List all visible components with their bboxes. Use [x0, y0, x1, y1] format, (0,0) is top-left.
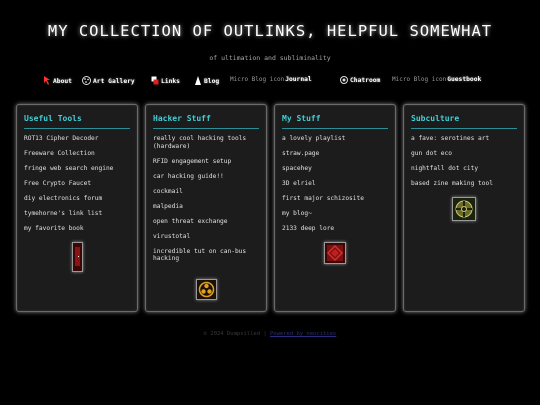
list-item[interactable]: diy electronics forum — [24, 195, 131, 203]
divider — [282, 128, 388, 129]
panel-title: Subculture — [411, 114, 460, 123]
red-door-badge-icon[interactable] — [72, 242, 83, 272]
list-item[interactable]: 2133 deep lore — [282, 225, 389, 233]
panel-title: Useful Tools — [24, 114, 82, 123]
nav-about[interactable]: About — [44, 76, 72, 85]
list-item[interactable]: fringe web search engine — [24, 165, 131, 173]
link-list: ROT13 Cipher Decoder Freeware Collection… — [24, 135, 131, 240]
main-nav: About Art Gallery Links Blog Micro Blog … — [40, 76, 510, 92]
palette-icon — [82, 76, 91, 85]
micro-blog-icon: Micro Blog icon — [392, 76, 447, 83]
biohazard-badge-icon[interactable] — [196, 279, 217, 300]
divider — [24, 128, 130, 129]
list-item[interactable]: 3D elriel — [282, 180, 389, 188]
nav-art-gallery-label: Art Gallery — [93, 78, 135, 85]
footer-link[interactable]: Powered by neocities — [270, 331, 336, 337]
copyright-text: © 2024 Dumpsilled | — [203, 331, 267, 337]
list-item[interactable]: open threat exchange — [153, 218, 260, 226]
link-list: a lovely playlist straw.page spacehey 3D… — [282, 135, 389, 240]
link-icon — [151, 76, 159, 85]
nav-blog[interactable]: Blog — [194, 76, 219, 85]
nav-chatroom-label: Chatroom — [350, 77, 381, 84]
list-item[interactable]: Free Crypto Faucet — [24, 180, 131, 188]
micro-blog-icon: Micro Blog icon — [230, 76, 285, 83]
list-item[interactable]: car hacking guide!! — [153, 173, 260, 181]
list-item[interactable]: first major schizosite — [282, 195, 389, 203]
list-item[interactable]: virustotal — [153, 233, 260, 241]
nav-guestbook-label: Guestbook — [447, 76, 482, 83]
panel-title: My Stuff — [282, 114, 321, 123]
quill-icon — [195, 76, 201, 85]
site-subtitle: of ultimation and subliminality — [209, 54, 331, 62]
nav-journal-label: Journal — [285, 76, 312, 83]
list-item[interactable]: tymehorne's link list — [24, 210, 131, 218]
list-item[interactable]: malpedia — [153, 203, 260, 211]
link-list: a fave: serotines art gun dot eco nightf… — [411, 135, 518, 195]
list-item[interactable]: gun dot eco — [411, 150, 518, 158]
crosshair-badge-icon[interactable] — [452, 197, 476, 221]
list-item[interactable]: spacehey — [282, 165, 389, 173]
nav-links-label: Links — [161, 78, 180, 85]
list-item[interactable]: nightfall dot city — [411, 165, 518, 173]
nav-blog-label: Blog — [204, 78, 220, 85]
panel-hacker-stuff: Hacker Stuff really cool hacking tools (… — [145, 104, 267, 312]
divider — [153, 128, 259, 129]
list-item[interactable]: Freeware Collection — [24, 150, 131, 158]
list-item[interactable]: incredible tut on can-bus hacking — [153, 248, 260, 263]
list-item[interactable]: a lovely playlist — [282, 135, 389, 143]
site-title: MY COLLECTION OF OUTLINKS, HELPFUL SOMEW… — [47, 22, 493, 40]
nav-art-gallery[interactable]: Art Gallery — [82, 76, 135, 85]
red-glitch-badge-icon[interactable] — [324, 242, 346, 264]
nav-about-label: About — [53, 78, 72, 85]
list-item[interactable]: a fave: serotines art — [411, 135, 518, 143]
link-list: really cool hacking tools (hardware) RFI… — [153, 135, 260, 270]
panel-title: Hacker Stuff — [153, 114, 211, 123]
cursor-icon — [44, 76, 50, 85]
panel-subculture: Subculture a fave: serotines art gun dot… — [403, 104, 525, 312]
divider — [411, 128, 517, 129]
list-item[interactable]: straw.page — [282, 150, 389, 158]
nav-links[interactable]: Links — [151, 76, 180, 85]
list-item[interactable]: cockmail — [153, 188, 260, 196]
list-item[interactable]: ROT13 Cipher Decoder — [24, 135, 131, 143]
list-item[interactable]: based zine making tool — [411, 180, 518, 188]
panel-useful-tools: Useful Tools ROT13 Cipher Decoder Freewa… — [16, 104, 138, 312]
footer: © 2024 Dumpsilled | Powered by neocities — [0, 331, 540, 337]
list-item[interactable]: my blog~ — [282, 210, 389, 218]
nav-chatroom[interactable]: Chatroom — [340, 76, 380, 84]
list-item[interactable]: RFID engagement setup — [153, 158, 260, 166]
nav-guestbook[interactable]: Micro Blog icon Guestbook — [392, 76, 481, 83]
panel-my-stuff: My Stuff a lovely playlist straw.page sp… — [274, 104, 396, 312]
list-item[interactable]: really cool hacking tools (hardware) — [153, 135, 260, 150]
nav-journal[interactable]: Micro Blog icon Journal — [230, 76, 312, 83]
chat-icon — [340, 76, 348, 84]
list-item[interactable]: my favorite book — [24, 225, 131, 233]
